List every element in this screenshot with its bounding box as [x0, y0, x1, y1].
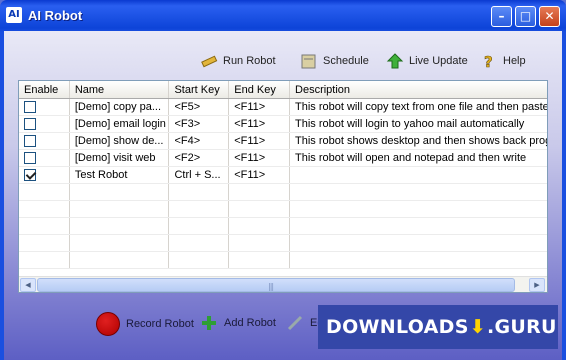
start-key: <F4>: [169, 133, 230, 149]
end-key: <F11>: [229, 150, 291, 166]
scroll-thumb[interactable]: |||: [37, 278, 515, 292]
pencil-icon: [287, 315, 303, 331]
add-robot-button[interactable]: Add Robot: [200, 314, 276, 332]
record-robot-button[interactable]: Record Robot: [96, 312, 194, 336]
minimize-button[interactable]: –: [491, 6, 512, 27]
scroll-right-icon[interactable]: ▶: [529, 278, 545, 292]
table-header: Enable Name Start Key End Key Descriptio…: [19, 81, 547, 99]
enable-checkbox[interactable]: [24, 135, 36, 147]
start-key: Ctrl + S...: [169, 167, 230, 183]
col-header-end-key[interactable]: End Key: [229, 81, 291, 98]
horizontal-scrollbar[interactable]: ◀ ||| ▶: [19, 276, 547, 292]
watermark-suffix: .GURU: [486, 316, 557, 338]
col-header-name[interactable]: Name: [70, 81, 170, 98]
col-header-start-key[interactable]: Start Key: [169, 81, 230, 98]
enable-checkbox[interactable]: [24, 118, 36, 130]
app-icon: AI: [6, 7, 22, 23]
help-label: Help: [503, 55, 526, 67]
table-row[interactable]: Test Robot Ctrl + S... <F11>: [19, 167, 547, 184]
empty-row: [19, 252, 547, 269]
empty-row: [19, 218, 547, 235]
table-row[interactable]: [Demo] visit web <F2> <F11> This robot w…: [19, 150, 547, 167]
live-update-label: Live Update: [409, 55, 468, 67]
start-key: <F2>: [169, 150, 230, 166]
pencil-icon: [201, 55, 218, 68]
start-key: <F3>: [169, 116, 230, 132]
robot-description: This robot will copy text from one file …: [295, 101, 547, 113]
enable-checkbox[interactable]: [24, 101, 36, 113]
end-key: <F11>: [229, 116, 291, 132]
robot-name: [Demo] show de...: [70, 133, 170, 149]
table-row[interactable]: [Demo] copy pa... <F5> <F11> This robot …: [19, 99, 547, 116]
window-title: AI Robot: [28, 8, 83, 23]
live-update-button[interactable]: Live Update: [386, 52, 468, 70]
empty-row: [19, 235, 547, 252]
scroll-left-icon[interactable]: ◀: [20, 278, 36, 292]
robot-description: This robot will login to yahoo mail auto…: [295, 118, 525, 130]
robot-description: [290, 167, 547, 183]
robot-table: Enable Name Start Key End Key Descriptio…: [18, 80, 548, 293]
enable-checkbox[interactable]: [24, 152, 36, 164]
maximize-button[interactable]: □: [515, 6, 536, 27]
table-row[interactable]: [Demo] email login <F3> <F11> This robot…: [19, 116, 547, 133]
robot-description: This robot shows desktop and then shows …: [295, 135, 547, 147]
robot-name: [Demo] copy pa...: [70, 99, 170, 115]
robot-name: [Demo] email login: [70, 116, 170, 132]
downloads-guru-watermark: DOWNLOADS ⬇ .GURU: [318, 305, 558, 349]
empty-row: [19, 184, 547, 201]
plus-icon: [202, 316, 216, 330]
start-key: <F5>: [169, 99, 230, 115]
help-button[interactable]: ? Help: [480, 52, 526, 70]
table-row[interactable]: [Demo] show de... <F4> <F11> This robot …: [19, 133, 547, 150]
end-key: <F11>: [229, 167, 291, 183]
svg-text:?: ?: [484, 53, 493, 70]
app-window: AI AI Robot – □ ✕ Run Robot Schedule Liv…: [0, 0, 566, 360]
empty-row: [19, 201, 547, 218]
schedule-label: Schedule: [323, 55, 369, 67]
grip-icon: |||: [268, 282, 274, 291]
robot-description: This robot will open and notepad and the…: [295, 152, 527, 164]
robot-name: Test Robot: [70, 167, 170, 183]
calendar-icon: [301, 54, 316, 69]
record-robot-label: Record Robot: [126, 318, 194, 330]
run-robot-button[interactable]: Run Robot: [200, 52, 276, 70]
schedule-button[interactable]: Schedule: [300, 52, 369, 70]
run-robot-label: Run Robot: [223, 55, 276, 67]
close-button[interactable]: ✕: [539, 6, 560, 27]
download-arrow-icon: ⬇: [469, 316, 486, 338]
enable-checkbox[interactable]: [24, 169, 36, 181]
watermark-text: DOWNLOADS: [326, 316, 469, 338]
add-robot-label: Add Robot: [224, 317, 276, 329]
end-key: <F11>: [229, 133, 291, 149]
help-icon: ?: [484, 53, 493, 70]
col-header-description[interactable]: Description: [290, 81, 547, 98]
end-key: <F11>: [229, 99, 291, 115]
title-bar[interactable]: AI AI Robot – □ ✕: [0, 0, 566, 32]
green-arrow-icon: [386, 53, 404, 69]
col-header-enable[interactable]: Enable: [19, 81, 70, 98]
record-icon: [96, 312, 120, 336]
robot-name: [Demo] visit web: [70, 150, 170, 166]
